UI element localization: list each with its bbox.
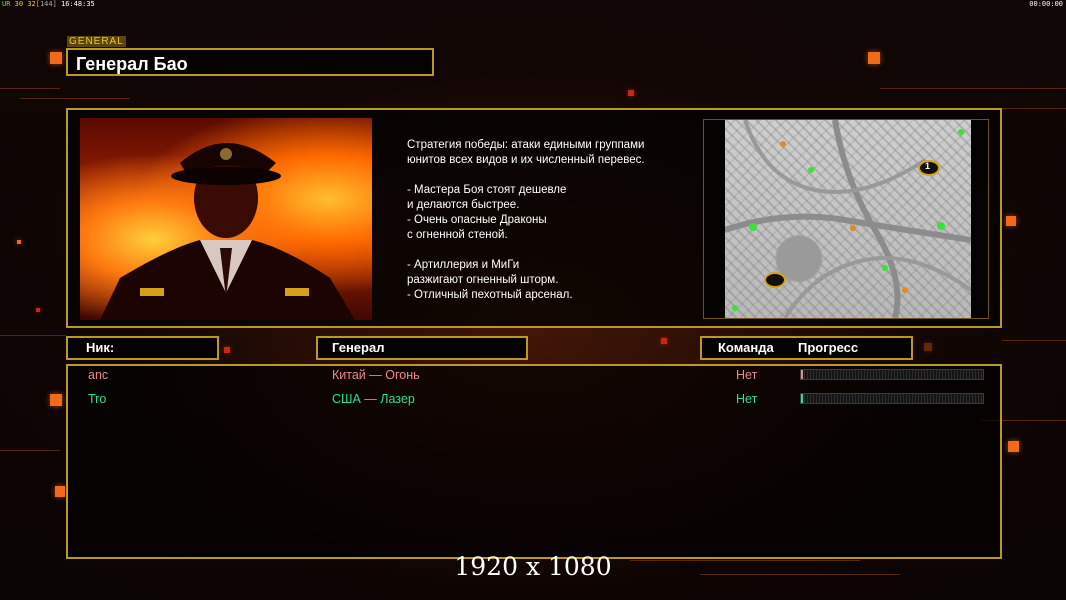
description-line: [407, 168, 697, 183]
fps-label: UR: [2, 0, 11, 8]
deco-line: [0, 88, 60, 89]
description-line: разжигают огненный шторм.: [407, 274, 559, 286]
player-general: Китай — Огонь: [332, 368, 420, 382]
player-general: США — Лазер: [332, 392, 415, 406]
header-general: Генерал: [316, 336, 528, 360]
general-name: Генерал Бао: [66, 48, 434, 76]
general-description: Стратегия победы: атаки едиными группами…: [407, 138, 697, 303]
progress-fill: [801, 370, 803, 379]
player-row[interactable]: Tro США — Лазер Нет: [68, 389, 1000, 409]
description-line: и делаются быстрее.: [407, 199, 520, 211]
deco-square: [868, 52, 880, 64]
progress-fill: [801, 394, 803, 403]
deco-square: [924, 343, 932, 351]
header-team-label: Команда: [718, 340, 774, 355]
deco-square: [55, 486, 65, 497]
general-portrait: [80, 118, 372, 320]
start-position-1-label: 1: [925, 161, 931, 171]
deco-square: [17, 240, 21, 244]
player-list: anc Китай — Огонь Нет Tro США — Лазер Не…: [66, 364, 1002, 559]
deco-line: [880, 88, 1066, 89]
player-row[interactable]: anc Китай — Огонь Нет: [68, 365, 1000, 385]
deco-square: [1008, 441, 1019, 452]
player-nick: anc: [88, 368, 109, 382]
general-tag: GENERAL: [67, 36, 126, 47]
description-line: - Мастера Боя стоят дешевле: [407, 184, 567, 196]
minimap-terrain: 1: [724, 120, 973, 318]
deco-square: [50, 52, 62, 64]
minimap[interactable]: 1: [703, 119, 989, 319]
player-progress-bar: [800, 393, 984, 404]
deco-square: [50, 394, 62, 406]
deco-square: [1006, 216, 1016, 226]
header-nick: Ник:: [66, 336, 219, 360]
deco-square: [224, 347, 230, 353]
deco-line: [1002, 340, 1066, 341]
header-progress-label: Прогресс: [798, 340, 859, 355]
header-general-label: Генерал: [332, 340, 385, 355]
clock: 16:48:35: [61, 0, 95, 8]
deco-square: [661, 338, 667, 344]
description-line: с огненной стеной.: [407, 229, 508, 241]
minimap-roads: [724, 120, 973, 318]
description-line: - Очень опасные Драконы: [407, 214, 547, 226]
fps-overlay: UR 30 32[144] 16:48:35: [2, 0, 95, 8]
player-nick: Tro: [88, 392, 107, 406]
portrait-figure: [100, 143, 355, 320]
fps-bracket: [144]: [35, 0, 57, 8]
resolution-watermark: 1920 x 1080: [454, 552, 612, 581]
player-team: Нет: [736, 368, 758, 382]
deco-square: [628, 90, 634, 96]
description-line: - Артиллерия и МиГи: [407, 259, 520, 271]
game-timer: 00:00:00: [1029, 0, 1063, 8]
player-progress-bar: [800, 369, 984, 380]
deco-line: [20, 98, 130, 99]
description-line: [407, 243, 697, 258]
description-line: юнитов всех видов и их численный перевес…: [407, 154, 645, 166]
deco-line: [0, 450, 60, 451]
header-team-progress: Команда Прогресс: [700, 336, 913, 360]
fps-detail: 32: [27, 0, 36, 8]
deco-line: [0, 335, 66, 336]
deco-square: [36, 308, 40, 312]
description-line: Стратегия победы: атаки едиными группами: [407, 139, 645, 151]
header-nick-label: Ник:: [86, 340, 115, 355]
fps-value: 30: [14, 0, 24, 8]
player-team: Нет: [736, 392, 758, 406]
description-line: - Отличный пехотный арсенал.: [407, 289, 573, 301]
